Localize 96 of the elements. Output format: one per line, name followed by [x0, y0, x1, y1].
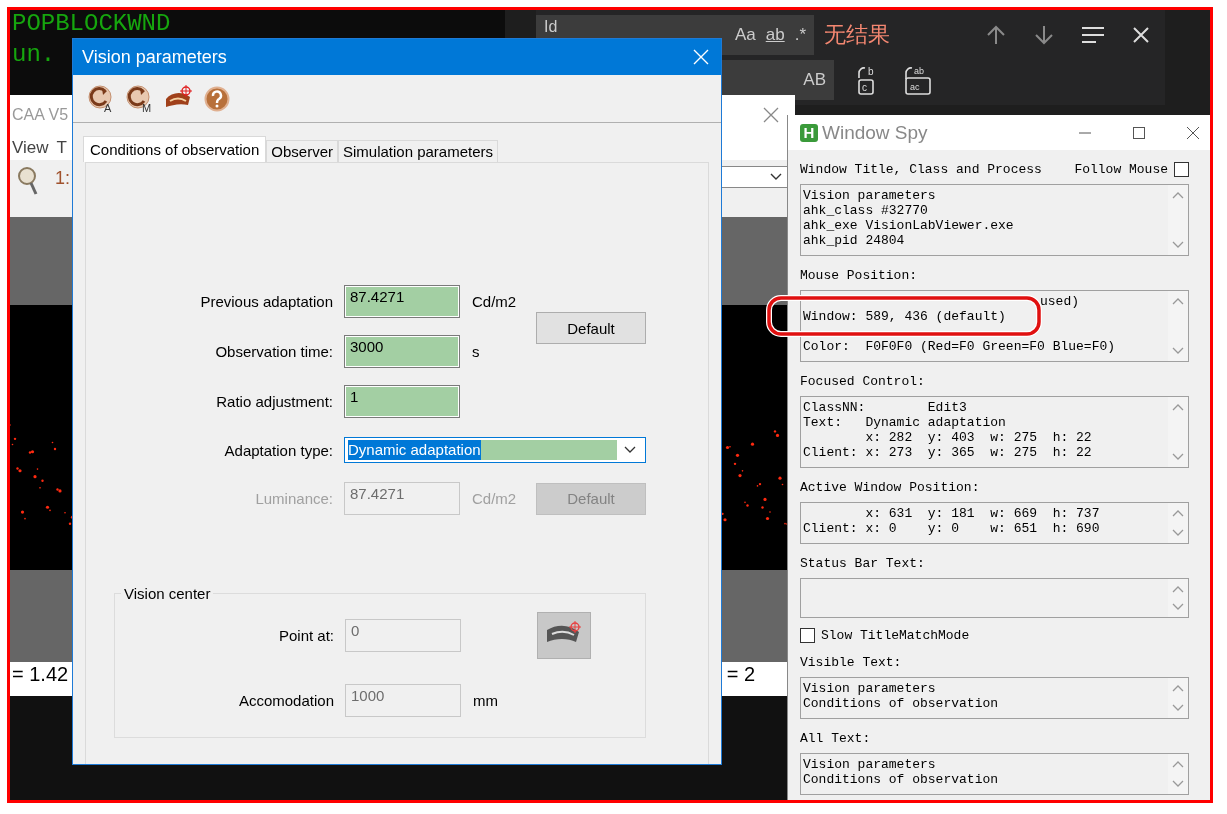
scroll-down-icon[interactable]	[1172, 603, 1184, 611]
text-box[interactable]: Vision parameters Conditions of observation	[800, 677, 1189, 719]
magnifier-icon[interactable]	[17, 166, 39, 196]
text-box[interactable]: Vision parameters ahk_class #32770 ahk_exe VisionLabViewer.exe ahk_pid 24804	[800, 184, 1189, 256]
scroll-up-icon[interactable]	[1172, 585, 1184, 593]
box-text-line: Vision parameters	[803, 757, 937, 772]
scroll-up-icon[interactable]	[1172, 297, 1184, 305]
find-option-toggle[interactable]: Aa	[734, 25, 756, 45]
scroll-down-icon[interactable]	[1172, 241, 1184, 249]
section-heading: Active Window Position:	[800, 479, 980, 495]
scroll-up-icon[interactable]	[1172, 191, 1184, 199]
find-option-toggle[interactable]: ab	[765, 25, 785, 45]
unit-label: mm	[472, 691, 499, 709]
preserve-case-toggle[interactable]: AB	[803, 70, 826, 90]
box-text-line: x: 282 y: 403 w: 275 h: 22	[864, 430, 1093, 445]
terminal-text: POPBLOCKWND	[11, 10, 171, 37]
checkbox-label: Follow Mouse	[1074, 161, 1168, 177]
box-text-line: Vision parameters	[803, 188, 937, 203]
default-button[interactable]: Default	[536, 312, 646, 344]
box-text-line: ClassNN: Edit3	[803, 400, 968, 415]
caret-icon	[623, 445, 637, 455]
box-text-line: ahk_pid 24804	[803, 233, 906, 248]
field-label: Observation time:	[214, 343, 333, 360]
field-label: Previous adaptation	[199, 293, 333, 310]
box-text-line: ahk_class #32770	[803, 203, 929, 218]
close-icon[interactable]	[1131, 25, 1151, 45]
scroll-up-icon[interactable]	[1172, 760, 1184, 768]
box-text-line: Conditions of observation	[803, 696, 1000, 711]
find-option-toggle[interactable]: .*	[794, 25, 806, 45]
tab[interactable]: Conditions of observation	[83, 136, 267, 162]
checkbox[interactable]	[800, 628, 815, 643]
app-logo-icon: H	[800, 123, 818, 142]
status-text: = 2	[726, 662, 755, 686]
scroll-up-icon[interactable]	[1172, 509, 1184, 517]
box-text-line: Text: Dynamic adaptation	[803, 415, 1007, 430]
tab[interactable]: Simulation parameters	[337, 140, 499, 162]
section-heading: Focused Control:	[800, 373, 925, 389]
box-text-line: ahk_exe VisionLabViewer.exe	[803, 218, 1015, 233]
zoom-ratio-label: 1:	[55, 168, 70, 189]
help-icon[interactable]	[204, 85, 230, 112]
box-text-line: x: 631 y: 181 w: 669 h: 737	[864, 506, 1101, 521]
group-title: Vision center	[123, 585, 212, 602]
checkbox[interactable]	[1174, 161, 1189, 177]
box-text-line: Color: F0F0F0 (Red=F0 Green=F0 Blue=F0)	[803, 339, 1117, 354]
box-text-line: Client: x: 273 y: 365 w: 275 h: 22	[803, 445, 1093, 460]
tab[interactable]: Observer	[266, 140, 338, 162]
box-text-line: Vision parameters	[803, 681, 937, 696]
box-text-line: used)	[1039, 294, 1080, 309]
menu-item[interactable]: T	[56, 137, 67, 158]
scroll-down-icon[interactable]	[1172, 347, 1184, 355]
field-label: Adaptation type:	[223, 441, 333, 459]
input-field[interactable]: 87.4271	[344, 285, 460, 318]
scroll-down-icon[interactable]	[1172, 453, 1184, 461]
field-label: Ratio adjustment:	[215, 393, 333, 410]
unit-label: s	[471, 343, 481, 360]
window-title: Vision parameters	[82, 46, 227, 68]
text-box[interactable]: Vision parameters Conditions of observation	[800, 753, 1189, 795]
menu-icon[interactable]	[1081, 25, 1105, 45]
field-label: Luminance:	[254, 490, 333, 507]
input-field[interactable]: 3000	[344, 335, 460, 368]
scroll-down-icon[interactable]	[1172, 704, 1184, 712]
status-text: = 1.42	[12, 662, 69, 686]
window-title: Window Spy	[822, 121, 928, 144]
box-text-line: Conditions of observation	[803, 772, 1000, 787]
terminal-text: un.	[11, 41, 56, 68]
arrow-down-icon[interactable]	[1033, 24, 1055, 46]
section-heading: All Text:	[800, 730, 871, 746]
close-icon[interactable]	[1185, 124, 1201, 141]
window-title: CAA V5	[12, 106, 69, 124]
section-heading: Visible Text:	[800, 654, 902, 670]
eye-button[interactable]	[537, 611, 591, 659]
scroll-up-icon[interactable]	[1172, 684, 1184, 692]
box-text-line: Window: 589, 436 (default)	[803, 309, 1007, 324]
box-text-line: Client: x: 0 y: 0 w: 651 h: 690	[803, 521, 1101, 536]
text-box[interactable]: x: 631 y: 181 w: 669 h: 737 Client: x: 0 y: 0 w: 651 h: 690	[800, 502, 1189, 544]
dropdown-field[interactable]: Dynamic adaptation	[344, 437, 646, 463]
text-box[interactable]: ClassNN: Edit3 Text: Dynamic adaptation x: 282 y: 403 w: 275 h: 22 Client: x: 273 y: 365 w: 275 h: 22	[800, 396, 1189, 468]
checkbox-label: Slow TitleMatchMode	[821, 628, 970, 643]
no-results-text: 无结果	[824, 21, 890, 49]
field-label: Accomodation	[237, 691, 334, 709]
caret-icon	[769, 172, 783, 182]
unit-label: Cd/m2	[471, 293, 518, 310]
menu-item[interactable]: View	[12, 137, 49, 158]
field-label: Point at:	[277, 626, 334, 644]
section-heading: Window Title, Class and Process	[800, 161, 1042, 177]
section-heading: Mouse Position:	[800, 267, 918, 283]
text-box[interactable]: used) Window: 589, 436 (default) Color: F0F0F0 (Red=F0 Green=F0 Blue=F0)	[800, 290, 1189, 362]
maximize-icon[interactable]	[1131, 124, 1147, 141]
scroll-up-icon[interactable]	[1172, 403, 1184, 411]
arrow-up-icon[interactable]	[985, 24, 1007, 46]
scroll-down-icon[interactable]	[1172, 529, 1184, 537]
text-box[interactable]	[800, 578, 1189, 618]
input-field[interactable]: 1	[344, 385, 460, 418]
scroll-down-icon[interactable]	[1172, 780, 1184, 788]
section-heading: Status Bar Text:	[800, 555, 925, 571]
unit-label: Cd/m2	[471, 490, 518, 507]
